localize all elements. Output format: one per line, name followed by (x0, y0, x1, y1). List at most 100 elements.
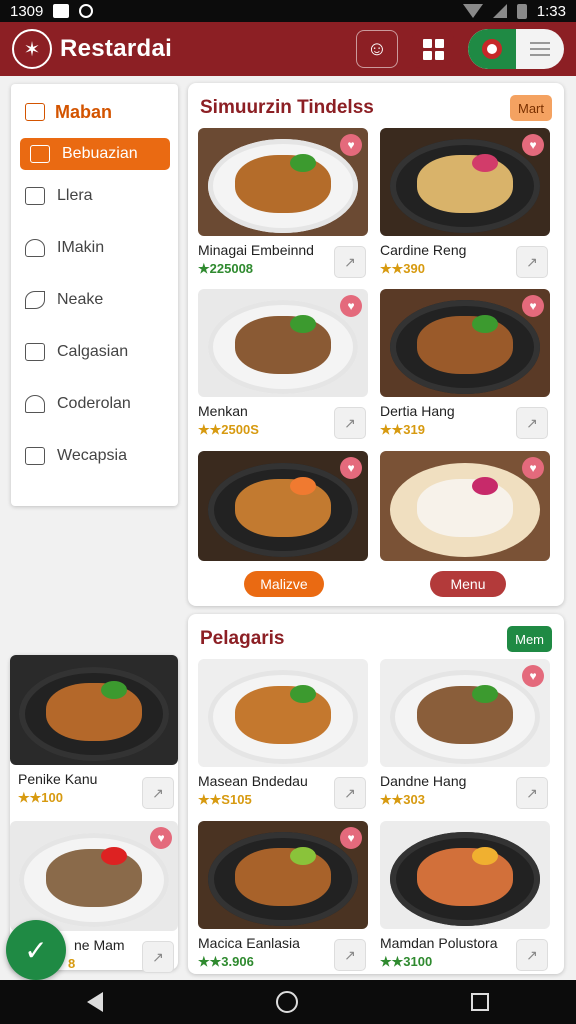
notification-icon (53, 4, 70, 18)
heart-icon[interactable]: ♥ (522, 295, 544, 317)
dish-photo: ♥ (380, 451, 550, 561)
dish-card[interactable]: ♥ Menkan ★★2500S ↗ (198, 289, 368, 439)
system-nav-bar (0, 980, 576, 1024)
sidebar-item-5[interactable]: Coderolan (11, 378, 178, 430)
heart-icon[interactable]: ♥ (522, 457, 544, 479)
heart-icon[interactable]: ♥ (522, 665, 544, 687)
sidebar-item-label: Bebuazian (62, 145, 138, 162)
sidebar-item-label: Coderolan (57, 395, 131, 412)
sidebar-item-1[interactable]: Llera (11, 170, 178, 222)
chef-fab-button[interactable]: ✓ (6, 920, 66, 980)
arrow-icon[interactable]: ↗ (334, 246, 366, 278)
dish-photo: ♥ (198, 289, 368, 397)
dish-card[interactable]: ♥ (198, 451, 368, 561)
checkmark-icon: ✓ (24, 934, 48, 966)
arrow-icon[interactable]: ↗ (516, 777, 548, 809)
status-time-right: 1:33 (536, 2, 566, 20)
dish-card[interactable]: Masean Bndedau ★★S105 ↗ (198, 659, 368, 809)
sidebar-item-label: Llera (57, 187, 93, 204)
arrow-icon[interactable]: ↗ (516, 407, 548, 439)
dish-card[interactable]: ♥ Macica Eanlasia ★★3.906 ↗ (198, 821, 368, 971)
profile-button[interactable]: ☺ (356, 30, 398, 68)
arrow-icon[interactable]: ↗ (334, 407, 366, 439)
arrow-icon[interactable]: ↗ (142, 941, 174, 973)
recents-icon[interactable] (471, 993, 490, 1011)
menu-book-icon (25, 103, 45, 121)
dish-card[interactable]: Mamdan Polustora ★★3100 ↗ (380, 821, 550, 971)
sidebar-item-4[interactable]: Calgasian (11, 326, 178, 378)
sidebar-header-label: Maban (55, 101, 113, 122)
featured-section: Simuurzin Tindelss Mart ♥ Minagai Embein… (188, 83, 564, 606)
dish-name: Masean Bndedau (198, 773, 308, 789)
heart-icon[interactable]: ♥ (340, 457, 362, 479)
app-bar: ✶ Restardai ☺ (0, 22, 576, 76)
dish-name: Menkan (198, 403, 248, 419)
heart-icon[interactable]: ♥ (340, 827, 362, 849)
dish-card[interactable]: ♥ Dertia Hang ★★319 ↗ (380, 289, 550, 439)
arrow-icon[interactable]: ↗ (516, 939, 548, 971)
dish-name: Macica Eanlasia (198, 935, 300, 951)
dish-photo (380, 821, 550, 929)
sidebar: Maban Bebuazian Llera IMakin Neake Calga… (11, 84, 178, 506)
dish-photo: ♥ (380, 128, 550, 236)
dish-photo: ♥ (380, 289, 550, 397)
sidebar-item-6[interactable]: Wecapsia (11, 430, 178, 482)
dish-card[interactable]: ♥ (380, 451, 550, 561)
message-icon (25, 187, 45, 205)
sync-icon (79, 4, 94, 18)
dish-photo (10, 655, 178, 765)
grid-view-button[interactable] (412, 30, 454, 68)
sidebar-item-2[interactable]: IMakin (11, 222, 178, 274)
dish-photo: ♥ (198, 451, 368, 561)
sidebar-item-3[interactable]: Neake (11, 274, 178, 326)
user-icon: ☺ (366, 37, 388, 60)
arrow-icon[interactable]: ↗ (516, 246, 548, 278)
user-icon (25, 395, 45, 413)
sidebar-item-label: Neake (57, 291, 104, 308)
dish-card[interactable]: Penike Kanu ★★100 ↗ (10, 655, 178, 809)
view-toggle[interactable] (468, 29, 564, 69)
heart-icon[interactable]: ♥ (340, 134, 362, 156)
dish-name: Dertia Hang (380, 403, 455, 419)
section-tag[interactable]: Mem (507, 626, 552, 652)
heart-icon[interactable]: ♥ (340, 295, 362, 317)
dish-card[interactable]: ♥ Minagai Embeinnd ★225008 ↗ (198, 128, 368, 278)
list-icon (516, 42, 564, 56)
dish-photo (198, 659, 368, 767)
section-title: Pelagaris (200, 628, 285, 649)
logo-icon: ✶ (12, 29, 52, 69)
square-icon (25, 343, 45, 361)
dish-card[interactable]: ♥ Dandne Hang ★★303 ↗ (380, 659, 550, 809)
arrow-icon[interactable]: ↗ (334, 777, 366, 809)
menu-button[interactable]: Menu (430, 571, 506, 597)
dish-name: Penike Kanu (18, 771, 98, 787)
sidebar-item-0[interactable]: Bebuazian (20, 138, 170, 170)
dish-photo: ♥ (198, 821, 368, 929)
back-icon[interactable] (86, 992, 103, 1012)
sidebar-header[interactable]: Maban (11, 90, 178, 134)
heart-icon[interactable]: ♥ (522, 134, 544, 156)
dish-photo: ♥ (198, 128, 368, 236)
wifi-icon (462, 4, 483, 18)
section-tag[interactable]: Mart (510, 95, 552, 121)
section-title: Simuurzin Tindelss (200, 97, 374, 118)
sidebar-item-label: IMakin (57, 239, 105, 256)
arrow-icon[interactable]: ↗ (142, 777, 174, 809)
heart-icon[interactable]: ♥ (150, 827, 172, 849)
app-title: Restardai (60, 35, 173, 62)
pelagaris-section: Pelagaris Mem Masean Bndedau ★★S105 ↗ ♥ … (188, 614, 564, 974)
sidebar-item-label: Wecapsia (57, 447, 127, 464)
dish-name: Dandne Hang (380, 773, 467, 789)
calendar-icon (25, 447, 45, 465)
status-time-left: 1309 (10, 2, 44, 20)
toggle-knob-icon (468, 29, 516, 69)
grid-icon (422, 38, 444, 60)
arrow-icon[interactable]: ↗ (334, 939, 366, 971)
dish-name: Minagai Embeinnd (198, 242, 314, 258)
dish-name: Mamdan Polustora (380, 935, 498, 951)
dish-card[interactable]: ♥ Cardine Reng ★★390 ↗ (380, 128, 550, 278)
malizve-button[interactable]: Malizve (244, 571, 324, 597)
home-icon[interactable] (275, 991, 298, 1013)
person-icon (25, 239, 45, 257)
dish-name: Cardine Reng (380, 242, 467, 258)
